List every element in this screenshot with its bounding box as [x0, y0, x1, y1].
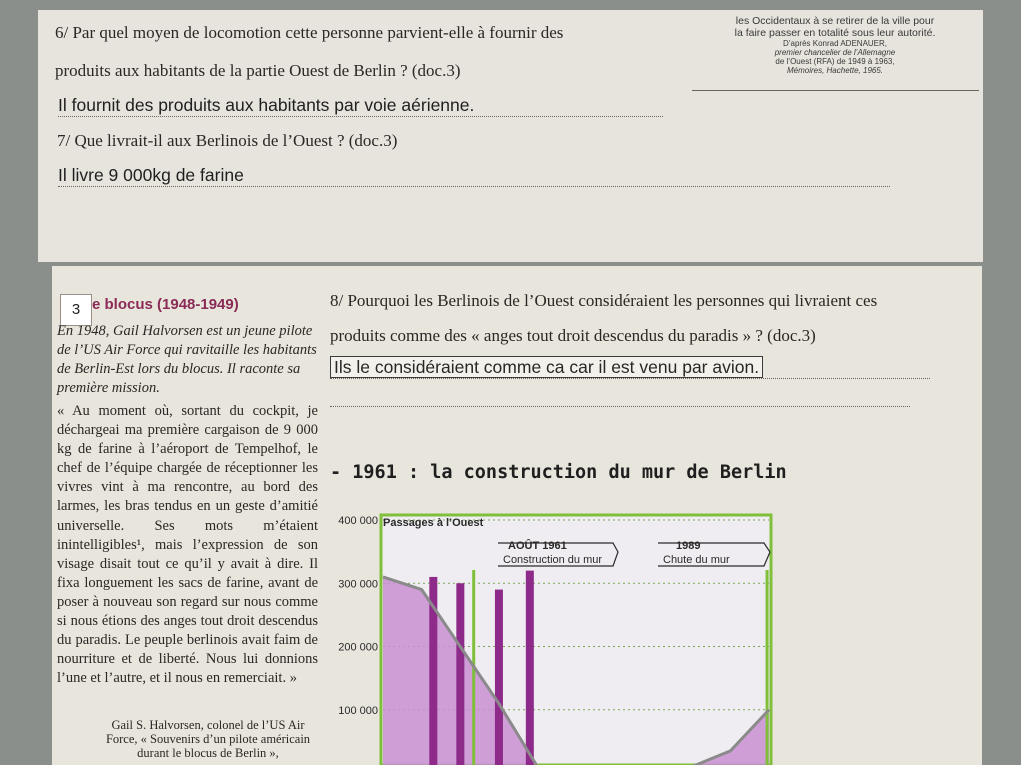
- question-8-line-2: produits comme des « anges tout droit de…: [330, 326, 816, 345]
- question-6-line-1: 6/ Par quel moyen de locomotion cette pe…: [55, 23, 564, 42]
- question-8-answer: Ils le considéraient comme ca car il est…: [330, 356, 764, 378]
- annotation-label-1961: Construction du mur: [503, 554, 602, 566]
- bar: [456, 583, 465, 765]
- section-heading: - 1961 : la construction du mur de Berli…: [330, 462, 787, 483]
- aside-quote-line: les Occidentaux à se retirer de la ville…: [735, 15, 935, 27]
- question-8-extra-line: [330, 406, 910, 407]
- annotation-date-1961: AOÛT 1961: [508, 539, 567, 552]
- aside-quote-line: la faire passer en totalité sous leur au…: [734, 27, 936, 39]
- document-title: e blocus (1948-1949): [92, 296, 239, 313]
- aside-quote-author: D’après Konrad ADENAUER,: [782, 39, 888, 48]
- question-6-line-2: produits aux habitants de la partie Oues…: [55, 61, 461, 80]
- question-8-answer-line: Ils le considéraient comme ca car il est…: [330, 356, 930, 379]
- aside-quote: les Occidentaux à se retirer de la ville…: [695, 15, 975, 76]
- question-7: 7/ Que livrait-il aux Berlinois de l’Oue…: [57, 131, 398, 150]
- annotation-label-1989: Chute du mur: [663, 554, 730, 566]
- document-source: Gail S. Halvorsen, colonel de l’US Air F…: [95, 718, 321, 760]
- y-tick-label: 400 000: [338, 515, 378, 527]
- bar: [494, 589, 503, 765]
- divider: [692, 90, 979, 91]
- crossings-chart: 400 000 300 000 200 000 100 000 Passages à …: [338, 513, 773, 765]
- y-tick-label: 200 000: [338, 642, 378, 654]
- bar: [525, 570, 534, 765]
- y-axis-title: Passages à l’Ouest: [383, 517, 484, 529]
- y-tick-label: 300 000: [338, 578, 378, 590]
- document-intro: En 1948, Gail Halvorsen est un jeune pil…: [57, 323, 317, 396]
- aside-quote-role: premier chancelier de l’Allemagne: [774, 48, 896, 57]
- question-6-answer: Il fournit des produits aux habitants pa…: [58, 95, 663, 117]
- source-line: Gail S. Halvorsen, colonel de l’US Air: [111, 718, 305, 732]
- source-line: durant le blocus de Berlin »,: [137, 746, 279, 760]
- question-7-answer: Il livre 9 000kg de farine: [58, 165, 890, 187]
- source-line: Force, « Souvenirs d’un pilote américain: [105, 732, 311, 746]
- y-tick-labels: 400 000 300 000 200 000 100 000: [338, 515, 378, 717]
- aside-quote-role: de l’Ouest (RFA) de 1949 à 1963,: [775, 57, 895, 66]
- aside-quote-source: Mémoires, Hachette, 1965.: [786, 66, 884, 75]
- document-body: « Au moment où, sortant du cockpit, je d…: [57, 403, 318, 687]
- question-8-line-1: 8/ Pourquoi les Berlinois de l’Ouest con…: [330, 291, 878, 310]
- annotation-date-1989: 1989: [676, 540, 700, 552]
- y-tick-label: 100 000: [338, 705, 378, 717]
